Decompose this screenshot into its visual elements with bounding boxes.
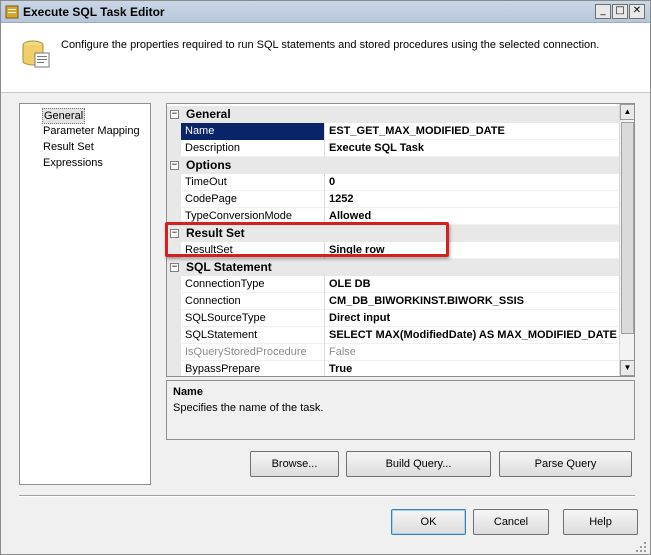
property-name: Description: [181, 140, 325, 157]
result-set-highlight-box: [165, 222, 449, 257]
ok-button[interactable]: OK: [391, 509, 466, 535]
property-name: SQLSourceType: [181, 310, 325, 327]
property-name: SQLStatement: [181, 327, 325, 344]
category-options[interactable]: − Options: [167, 157, 619, 174]
nav-item-general[interactable]: General: [42, 108, 86, 124]
nav-item-expressions[interactable]: Expressions: [42, 156, 104, 170]
maximize-button[interactable]: □: [612, 4, 628, 19]
description-text: Specifies the name of the task.: [173, 402, 324, 414]
property-value[interactable]: 0: [326, 174, 619, 191]
property-value[interactable]: CM_DB_BIWORKINST.BIWORK_SSIS: [326, 293, 619, 310]
property-row-bypassprepare[interactable]: BypassPrepare True: [167, 361, 619, 376]
property-row-sqlstatement[interactable]: SQLStatement SELECT MAX(ModifiedDate) AS…: [167, 327, 619, 344]
scroll-thumb[interactable]: [621, 122, 634, 334]
nav-item-parameter-mapping[interactable]: Parameter Mapping: [42, 124, 141, 138]
header-banner: Configure the properties required to run…: [1, 23, 650, 93]
nav-item-result-set[interactable]: Result Set: [42, 140, 95, 154]
property-row-sqlsourcetype[interactable]: SQLSourceType Direct input: [167, 310, 619, 327]
property-name: Connection: [181, 293, 325, 310]
category-label: General: [186, 107, 231, 121]
property-value: False: [329, 346, 356, 358]
category-label: Options: [186, 158, 232, 172]
collapse-icon[interactable]: −: [170, 110, 179, 119]
parse-query-button[interactable]: Parse Query: [499, 451, 632, 477]
property-name: CodePage: [181, 191, 325, 208]
dialog-window: Execute SQL Task Editor _ □ ✕ Configure …: [0, 0, 651, 555]
category-sql-statement[interactable]: − SQL Statement: [167, 259, 619, 276]
property-value[interactable]: 1252: [326, 191, 619, 208]
property-row-name[interactable]: Name EST_GET_MAX_MODIFIED_DATE: [167, 123, 619, 140]
minimize-button[interactable]: _: [595, 4, 611, 19]
build-query-button[interactable]: Build Query...: [346, 451, 491, 477]
property-row-connection[interactable]: Connection CM_DB_BIWORKINST.BIWORK_SSIS: [167, 293, 619, 310]
property-name: TimeOut: [181, 174, 325, 191]
property-row-connectiontype[interactable]: ConnectionType OLE DB: [167, 276, 619, 293]
collapse-icon[interactable]: −: [170, 161, 179, 170]
vertical-scrollbar[interactable]: ▲ ▼: [619, 104, 634, 376]
browse-button[interactable]: Browse...: [250, 451, 339, 477]
resize-grip-icon[interactable]: [635, 541, 647, 553]
page-navigation: General Parameter Mapping Result Set Exp…: [19, 103, 151, 485]
close-button[interactable]: ✕: [629, 4, 645, 19]
property-name: BypassPrepare: [181, 361, 325, 376]
property-row-timeout[interactable]: TimeOut 0: [167, 174, 619, 191]
category-general[interactable]: − General: [167, 106, 619, 123]
collapse-icon[interactable]: −: [170, 263, 179, 272]
scroll-down-icon[interactable]: ▼: [620, 360, 634, 376]
property-row-description[interactable]: Description Execute SQL Task: [167, 140, 619, 157]
database-task-icon: [22, 40, 50, 68]
header-description: Configure the properties required to run…: [61, 39, 600, 51]
property-name: ConnectionType: [181, 276, 325, 293]
property-row-codepage[interactable]: CodePage 1252: [167, 191, 619, 208]
property-value[interactable]: EST_GET_MAX_MODIFIED_DATE: [326, 123, 619, 140]
footer-separator: [19, 495, 635, 497]
property-value[interactable]: OLE DB: [326, 276, 619, 293]
property-name: IsQueryStoredProcedure: [181, 344, 325, 361]
property-name: Name: [181, 123, 325, 140]
property-value[interactable]: SELECT MAX(ModifiedDate) AS MAX_MODIFIED…: [326, 327, 619, 344]
description-title: Name: [173, 386, 203, 398]
database-task-icon: [5, 5, 19, 19]
property-description-panel: Name Specifies the name of the task.: [166, 380, 635, 440]
property-row-isquerystoredprocedure: IsQueryStoredProcedure False: [167, 344, 619, 361]
help-button[interactable]: Help: [563, 509, 638, 535]
title-bar[interactable]: Execute SQL Task Editor _ □ ✕: [1, 1, 650, 23]
property-value[interactable]: Direct input: [326, 310, 619, 327]
cancel-button[interactable]: Cancel: [473, 509, 549, 535]
property-value[interactable]: Execute SQL Task: [326, 140, 619, 157]
scroll-up-icon[interactable]: ▲: [620, 104, 634, 120]
window-title: Execute SQL Task Editor: [23, 5, 165, 19]
property-value[interactable]: True: [326, 361, 619, 376]
category-label: SQL Statement: [186, 260, 272, 274]
